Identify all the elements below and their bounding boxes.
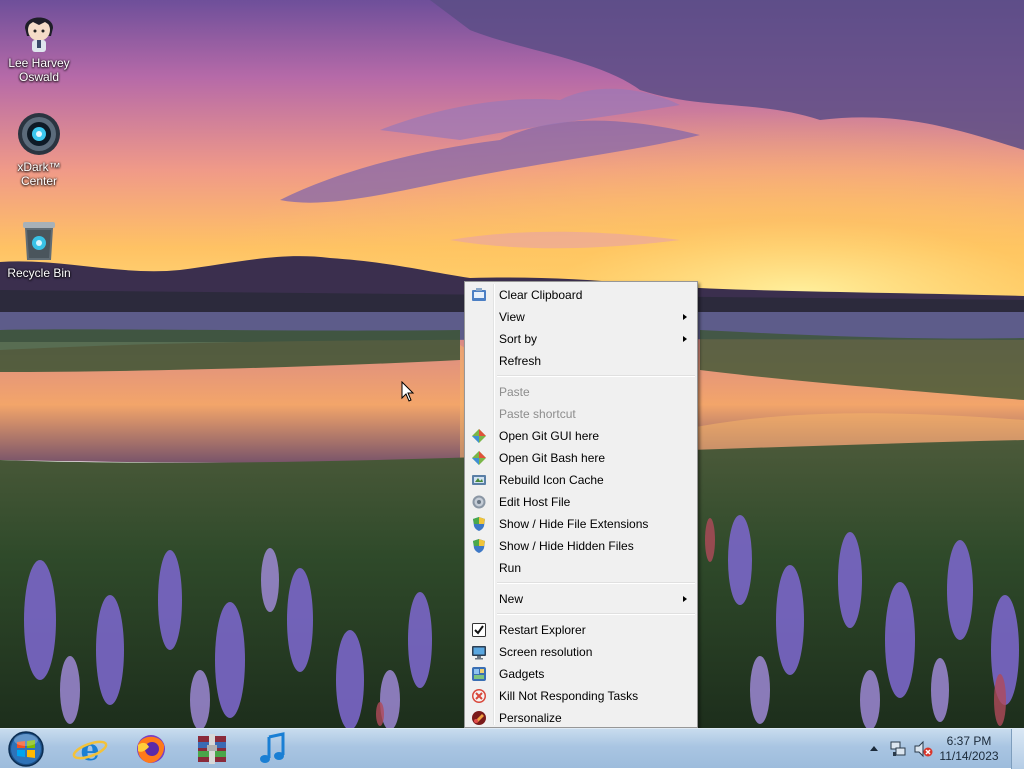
menu-item-show-hide-file-extensions[interactable]: Show / Hide File Extensions (465, 513, 697, 535)
clock-date: 11/14/2023 (939, 749, 999, 763)
kill-icon (472, 689, 486, 703)
volume-muted-icon[interactable] (913, 740, 933, 758)
menu-item-label: Run (499, 561, 522, 575)
menu-item-label: Rebuild Icon Cache (499, 473, 604, 487)
show-desktop-button[interactable] (1011, 729, 1024, 769)
menu-item-paste-shortcut: Paste shortcut (465, 403, 697, 425)
menu-item-label: Show / Hide File Extensions (499, 517, 649, 531)
git-icon (472, 429, 486, 443)
taskbar-clock[interactable]: 6:37 PM 11/14/2023 (934, 734, 1004, 764)
anime-avatar-icon (25, 17, 53, 52)
menu-separator (497, 613, 695, 615)
menu-item-restart-explorer[interactable]: Restart Explorer (465, 619, 697, 641)
menu-item-clear-clipboard[interactable]: Clear Clipboard (465, 284, 697, 306)
menu-item-label: Restart Explorer (499, 623, 586, 637)
network-icon[interactable] (889, 740, 907, 758)
desktop-icon-lee-harvey-oswald[interactable]: Lee Harvey Oswald (1, 6, 77, 84)
menu-item-label: Clear Clipboard (499, 288, 583, 302)
menu-item-screen-resolution[interactable]: Screen resolution (465, 641, 697, 663)
desktop-icon-label: Lee Harvey Oswald (8, 56, 70, 84)
desktop-icon-recycle-bin[interactable]: Recycle Bin (1, 216, 77, 280)
menu-item-open-git-gui[interactable]: Open Git GUI here (465, 425, 697, 447)
menu-item-personalize[interactable]: Personalize (465, 707, 697, 729)
desktop-context-menu: Clear Clipboard View Sort by Refresh Pas… (464, 281, 698, 728)
menu-item-label: Show / Hide Hidden Files (499, 539, 634, 553)
personalize-icon (472, 711, 486, 725)
menu-item-label: Paste shortcut (499, 407, 576, 421)
chevron-up-icon[interactable] (869, 744, 879, 752)
menu-item-new[interactable]: New (465, 588, 697, 610)
firefox-icon (137, 735, 165, 763)
menu-item-label: Sort by (499, 332, 538, 346)
start-button[interactable] (6, 730, 46, 768)
desktop-icon-xdark-center[interactable]: xDark™ Center (1, 110, 77, 188)
menu-item-rebuild-icon-cache[interactable]: Rebuild Icon Cache (465, 469, 697, 491)
clipboard-icon (472, 288, 486, 301)
menu-item-label: New (499, 592, 524, 606)
menu-item-label: Paste (499, 385, 530, 399)
taskbar-pinned-archive[interactable] (190, 731, 234, 767)
mouse-cursor-icon (401, 381, 415, 402)
menu-item-edit-host-file[interactable]: Edit Host File (465, 491, 697, 513)
shield-icon (473, 539, 485, 553)
menu-item-label: Gadgets (499, 667, 545, 681)
clock-time: 6:37 PM (946, 734, 992, 748)
menu-item-gadgets[interactable]: Gadgets (465, 663, 697, 685)
menu-item-kill-not-responding-tasks[interactable]: Kill Not Responding Tasks (465, 685, 697, 707)
icon-cache-icon (472, 475, 486, 485)
menu-item-refresh[interactable]: Refresh (465, 350, 697, 372)
checkbox-icon (472, 623, 486, 637)
menu-item-label: Kill Not Responding Tasks (499, 689, 639, 703)
monitor-icon (472, 646, 486, 660)
taskbar-pinned-internet-explorer[interactable]: e (68, 731, 112, 768)
menu-item-label: Edit Host File (499, 495, 571, 509)
menu-item-label: Open Git Bash here (499, 451, 606, 465)
menu-item-open-git-bash[interactable]: Open Git Bash here (465, 447, 697, 469)
desktop-icon-label: Recycle Bin (7, 266, 71, 280)
menu-separator (497, 582, 695, 584)
submenu-arrow-icon (683, 596, 687, 602)
submenu-arrow-icon (683, 336, 687, 342)
xdark-center-icon (18, 113, 60, 155)
menu-item-label: Personalize (499, 711, 562, 725)
taskbar-pinned-music-player[interactable] (251, 731, 295, 767)
gear-icon (472, 495, 486, 509)
menu-item-run[interactable]: Run (465, 557, 697, 579)
menu-item-label: Screen resolution (499, 645, 593, 659)
menu-item-label: Open Git GUI here (499, 429, 600, 443)
music-note-icon (260, 732, 285, 763)
menu-separator (497, 375, 695, 377)
git-icon (472, 451, 486, 465)
menu-item-label: View (499, 310, 525, 324)
taskbar-pinned-firefox[interactable] (129, 731, 173, 767)
menu-item-paste: Paste (465, 381, 697, 403)
svg-text:e: e (80, 733, 99, 767)
menu-item-view[interactable]: View (465, 306, 697, 328)
internet-explorer-icon: e (72, 733, 108, 768)
desktop-icon-label: xDark™ Center (17, 160, 61, 188)
menu-item-sort-by[interactable]: Sort by (465, 328, 697, 350)
archive-icon (198, 734, 226, 764)
recycle-bin-icon (23, 222, 55, 260)
menu-item-show-hide-hidden-files[interactable]: Show / Hide Hidden Files (465, 535, 697, 557)
shield-icon (473, 517, 485, 531)
taskbar: e 6:37 PM 11/14/2023 (0, 728, 1024, 769)
submenu-arrow-icon (683, 314, 687, 320)
menu-item-label: Refresh (499, 354, 542, 368)
gadgets-icon (472, 667, 486, 681)
